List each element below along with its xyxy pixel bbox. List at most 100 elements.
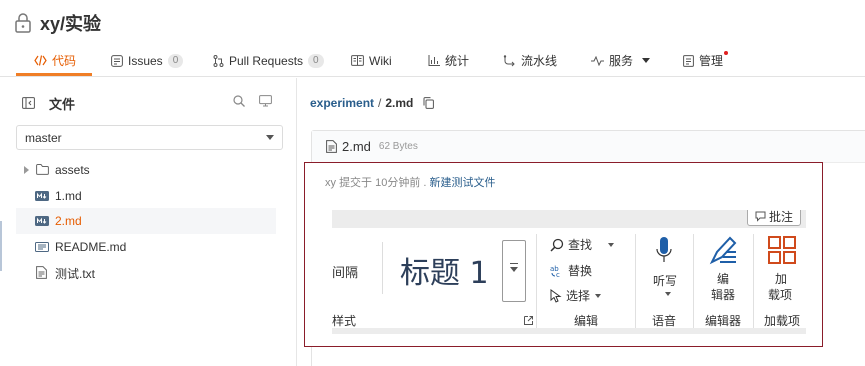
copy-icon[interactable]: [423, 97, 435, 109]
spacing-label: 间隔: [332, 265, 359, 280]
tab-wiki[interactable]: Wiki: [351, 44, 392, 77]
tab-manage[interactable]: 管理: [683, 44, 723, 77]
file-header: 2.md 62 Bytes: [312, 131, 865, 163]
tab-pull-requests-label: Pull Requests: [229, 53, 304, 68]
sidebar-title: 文件: [49, 96, 76, 112]
comment-icon: [755, 211, 766, 222]
file-name: 2.md: [342, 139, 371, 154]
scroll-marker: [0, 221, 2, 271]
wiki-icon: [351, 55, 364, 66]
editor-label-1: 编: [717, 272, 730, 286]
styles-dropdown: [502, 240, 526, 302]
branch-name: master: [25, 130, 62, 145]
select-button: 选择: [550, 287, 602, 304]
tab-code-label: 代码: [52, 54, 77, 68]
tree-item-label: README.md: [55, 240, 127, 254]
commit-author[interactable]: xy: [325, 177, 336, 189]
tree-item-label: 测试.txt: [55, 266, 96, 281]
heading-style: 标题 1: [400, 256, 489, 291]
tree-item-1md[interactable]: 1.md: [16, 183, 276, 209]
breadcrumb-separator: /: [378, 96, 382, 110]
cursor-icon: [550, 288, 562, 303]
pull-request-icon: [213, 54, 224, 67]
lock-icon: [15, 13, 31, 33]
group-divider: [693, 234, 694, 328]
tree-item-2md[interactable]: 2.md: [16, 208, 276, 234]
addins-label-1: 加: [775, 272, 788, 286]
tab-issues[interactable]: Issues 0: [111, 44, 184, 77]
tab-manage-label: 管理: [699, 54, 724, 68]
replace-icon: abc: [550, 265, 560, 278]
tab-issues-label: Issues: [128, 53, 163, 68]
markdown-icon: [35, 191, 49, 201]
tab-pipeline-label: 流水线: [521, 54, 558, 68]
pull-requests-count-badge: 0: [308, 53, 324, 68]
replace-button: ab c 替换: [550, 262, 592, 279]
addins-grid-icon: [768, 236, 796, 264]
repo-title: xy/实验: [14, 10, 101, 36]
collapse-sidebar-icon[interactable]: [22, 97, 35, 109]
editor-label-2: 辑器: [711, 288, 736, 302]
tab-pipeline[interactable]: 流水线: [503, 44, 557, 77]
replace-label: 替换: [568, 264, 593, 278]
code-icon: [34, 55, 47, 66]
active-tab-indicator: [16, 73, 92, 76]
chevron-down-icon: [595, 293, 602, 298]
breadcrumb-repo[interactable]: experiment: [310, 96, 374, 110]
editor-pen-icon: [709, 236, 737, 265]
notification-dot: [724, 51, 728, 55]
tree-item-label: 2.md: [55, 214, 82, 228]
style-divider: [382, 242, 383, 294]
group-divider: [536, 234, 537, 328]
tree-item-assets[interactable]: assets: [16, 157, 276, 183]
issues-count-badge: 0: [167, 53, 184, 68]
file-icon: [326, 140, 337, 153]
chevron-right-icon[interactable]: [24, 166, 29, 174]
chevron-down-icon: [266, 135, 274, 140]
ribbon-topbar: [332, 210, 806, 228]
markdown-icon: [35, 216, 49, 226]
addins-group-label: 加载项: [764, 314, 801, 328]
select-label: 选择: [566, 289, 591, 303]
group-divider: [635, 234, 636, 328]
editor-group-label: 编辑器: [705, 314, 742, 328]
tree-item-txt[interactable]: 测试.txt: [16, 260, 276, 286]
group-divider: [753, 234, 754, 328]
search-icon: [550, 238, 564, 252]
sidebar-divider: [296, 78, 297, 366]
tab-stats-label: 统计: [445, 54, 470, 68]
addins-label-2: 载项: [768, 288, 793, 302]
issues-icon: [111, 54, 123, 67]
microphone-icon: [656, 237, 672, 262]
find-button: 查找: [550, 236, 615, 253]
ribbon-bottombar: [332, 328, 806, 334]
tab-services-label: 服务: [609, 54, 634, 68]
edit-group-label: 编辑: [574, 314, 599, 328]
ribbon-image: 批注 间隔 标题 1 样式 查找 ab c 替换 选择 编辑 听写 语音 编 辑器…: [332, 210, 806, 334]
search-icon[interactable]: [233, 95, 245, 107]
comment-label: 批注: [768, 210, 793, 224]
tree-item-label: assets: [55, 163, 90, 177]
text-file-icon: [36, 266, 47, 279]
commit-time: 提交于 10分钟前 .: [339, 177, 427, 189]
monitor-icon[interactable]: [259, 95, 272, 107]
tree-item-readme[interactable]: README.md: [16, 234, 276, 260]
chevron-down-icon: [642, 58, 651, 63]
branch-select[interactable]: master: [16, 125, 283, 150]
styles-group-label: 样式: [332, 314, 357, 328]
tab-services[interactable]: 服务: [591, 44, 651, 77]
bar-chart-icon: [428, 55, 440, 66]
breadcrumb: experiment / 2.md: [310, 96, 435, 110]
commit-message[interactable]: 新建测试文件: [430, 177, 496, 189]
sidebar-header: 文件: [22, 94, 280, 112]
pulse-icon: [591, 55, 604, 66]
dialog-launcher-icon: [524, 316, 533, 325]
folder-icon: [36, 164, 49, 175]
tab-stats[interactable]: 统计: [428, 44, 469, 77]
manage-icon: [683, 54, 694, 67]
tab-pull-requests[interactable]: Pull Requests 0: [213, 44, 324, 77]
repo-name[interactable]: xy/实验: [40, 10, 101, 36]
dictate-label: 听写: [653, 274, 678, 288]
breadcrumb-file: 2.md: [385, 96, 414, 110]
dropdown-line: [510, 263, 518, 264]
